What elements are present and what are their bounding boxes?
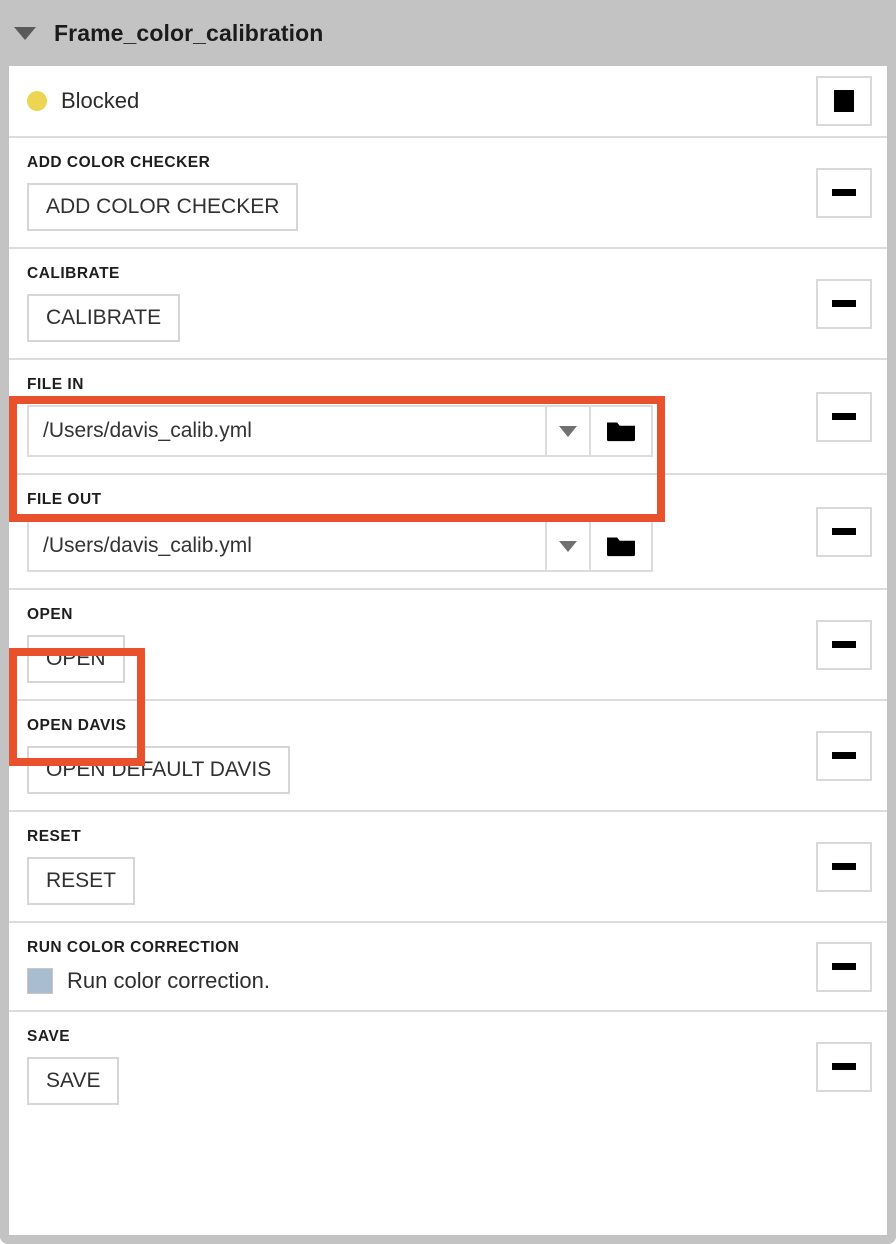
remove-parameter-button[interactable]	[816, 619, 872, 670]
section-label: FILE IN	[27, 376, 84, 393]
section-aside	[809, 941, 887, 992]
section-label: CALIBRATE	[27, 265, 120, 282]
section-save: SAVE SAVE	[9, 1012, 887, 1121]
remove-parameter-button[interactable]	[816, 730, 872, 781]
section-add-color-checker: ADD COLOR CHECKER ADD COLOR CHECKER	[9, 138, 887, 249]
minus-icon	[832, 1063, 856, 1070]
remove-parameter-button[interactable]	[816, 167, 872, 218]
section-aside	[809, 730, 887, 781]
status-row-content: Blocked	[9, 66, 809, 136]
section-label: FILE OUT	[27, 491, 102, 508]
section-label: RESET	[27, 828, 82, 845]
minus-icon	[832, 641, 856, 648]
section-calibrate: CALIBRATE CALIBRATE	[9, 249, 887, 360]
chevron-down-icon	[559, 540, 577, 552]
section-run-color-correction: RUN COLOR CORRECTION Run color correctio…	[9, 923, 887, 1012]
section-content: RUN COLOR CORRECTION Run color correctio…	[9, 923, 809, 1010]
file-in-combo[interactable]: /Users/davis_calib.yml	[27, 405, 653, 457]
status-badge: Blocked	[61, 88, 140, 113]
remove-parameter-button[interactable]	[816, 391, 872, 442]
section-aside	[809, 167, 887, 218]
section-file-out: FILE OUT /Users/davis_calib.yml	[9, 475, 887, 590]
calibrate-button[interactable]: CALIBRATE	[27, 294, 181, 342]
remove-parameter-button[interactable]	[816, 1041, 872, 1092]
page-title: Frame_color_calibration	[54, 19, 324, 46]
section-content: ADD COLOR CHECKER ADD COLOR CHECKER	[9, 138, 809, 247]
section-label: OPEN	[27, 606, 73, 623]
triangle-down-icon[interactable]	[14, 26, 36, 40]
save-button[interactable]: SAVE	[27, 1057, 120, 1105]
remove-parameter-button[interactable]	[816, 941, 872, 992]
chevron-down-icon	[559, 425, 577, 437]
section-content: FILE OUT /Users/davis_calib.yml	[9, 475, 809, 588]
section-label: SAVE	[27, 1028, 71, 1045]
file-in-browse-button[interactable]	[589, 407, 651, 455]
section-file-in: FILE IN /Users/davis_calib.yml	[9, 360, 887, 475]
frame-color-calibration-panel: Frame_color_calibration Blocked ADD COLO…	[0, 0, 896, 1244]
remove-parameter-button[interactable]	[816, 506, 872, 557]
panel-header[interactable]: Frame_color_calibration	[0, 0, 896, 66]
section-content: SAVE SAVE	[9, 1012, 809, 1121]
section-label: ADD COLOR CHECKER	[27, 154, 211, 171]
section-aside	[809, 391, 887, 442]
section-open: OPEN OPEN	[9, 590, 887, 701]
section-reset: RESET RESET	[9, 812, 887, 923]
remove-parameter-button[interactable]	[816, 841, 872, 892]
stop-square-icon	[834, 90, 854, 112]
minus-icon	[832, 863, 856, 870]
open-default-davis-button[interactable]: OPEN DEFAULT DAVIS	[27, 746, 291, 794]
run-color-correction-label: Run color correction.	[67, 968, 270, 993]
section-content: OPEN OPEN	[9, 590, 809, 699]
minus-icon	[832, 528, 856, 535]
folder-icon	[607, 537, 635, 557]
section-aside	[809, 841, 887, 892]
file-in-dropdown-button[interactable]	[545, 407, 589, 455]
minus-icon	[832, 300, 856, 307]
open-button[interactable]: OPEN	[27, 635, 125, 683]
section-open-davis: OPEN DAVIS OPEN DEFAULT DAVIS	[9, 701, 887, 812]
section-content: OPEN DAVIS OPEN DEFAULT DAVIS	[9, 701, 809, 810]
status-dot-icon	[27, 91, 47, 111]
minus-icon	[832, 752, 856, 759]
file-out-combo[interactable]: /Users/davis_calib.yml	[27, 520, 653, 572]
file-out-dropdown-button[interactable]	[545, 522, 589, 570]
section-label: RUN COLOR CORRECTION	[27, 939, 240, 956]
section-content: RESET RESET	[9, 812, 809, 921]
section-label: OPEN DAVIS	[27, 717, 127, 734]
minus-icon	[832, 963, 856, 970]
status-row: Blocked	[9, 66, 887, 138]
section-aside	[809, 278, 887, 329]
minus-icon	[832, 189, 856, 196]
section-aside	[809, 1041, 887, 1092]
reset-button[interactable]: RESET	[27, 857, 136, 905]
run-color-correction-checkbox[interactable]	[27, 968, 53, 994]
section-content: FILE IN /Users/davis_calib.yml	[9, 360, 809, 473]
file-out-browse-button[interactable]	[589, 522, 651, 570]
stop-button[interactable]	[816, 76, 872, 126]
file-in-input[interactable]: /Users/davis_calib.yml	[29, 407, 545, 455]
file-out-input[interactable]: /Users/davis_calib.yml	[29, 522, 545, 570]
minus-icon	[832, 413, 856, 420]
section-aside	[809, 506, 887, 557]
remove-parameter-button[interactable]	[816, 278, 872, 329]
status-row-aside	[809, 76, 887, 126]
folder-icon	[607, 422, 635, 442]
run-color-correction-checkbox-row[interactable]: Run color correction.	[27, 968, 809, 994]
add-color-checker-button[interactable]: ADD COLOR CHECKER	[27, 183, 299, 231]
section-aside	[809, 619, 887, 670]
section-content: CALIBRATE CALIBRATE	[9, 249, 809, 358]
panel-body: Blocked ADD COLOR CHECKER ADD COLOR CHEC…	[0, 66, 896, 1244]
